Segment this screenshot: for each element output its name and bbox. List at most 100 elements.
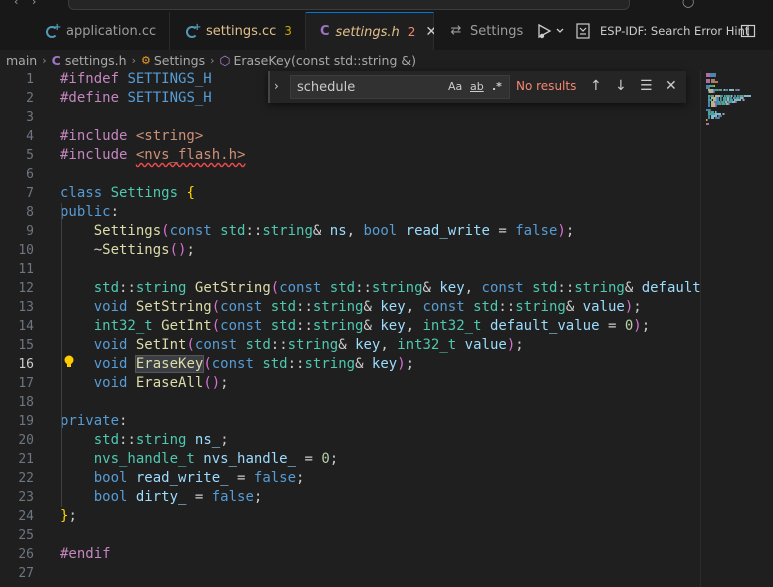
title-bar: ‹ › ◯ xyxy=(0,0,773,12)
code-line[interactable]: #endif xyxy=(60,545,111,564)
code-token: ( xyxy=(161,223,170,239)
code-line[interactable]: #define SETTINGS_H xyxy=(60,89,212,108)
code-area[interactable]: #ifndef SETTINGS_H #define SETTINGS_H #inc… xyxy=(60,70,700,587)
minimap-mark xyxy=(710,81,719,83)
code-token: std xyxy=(329,280,356,296)
tab-settings-h[interactable]: C settings.h 2 ✕ xyxy=(306,12,437,51)
code-token: , xyxy=(346,223,364,239)
code-token: false xyxy=(515,223,558,239)
breadcrumb-member[interactable]: EraseKey(const std::string &) xyxy=(233,53,416,68)
run-debug-button[interactable] xyxy=(536,12,566,50)
espidf-icon xyxy=(576,23,590,39)
code-token: & xyxy=(624,280,642,296)
code-line[interactable]: void EraseKey(const std::string& key); xyxy=(60,355,414,374)
code-line[interactable]: bool dirty_ = false; xyxy=(60,488,263,507)
code-token: :: xyxy=(270,337,288,353)
line-number: 15 xyxy=(18,338,34,353)
code-token: key xyxy=(439,280,465,296)
code-line[interactable]: #ifndef SETTINGS_H xyxy=(60,70,212,89)
minimap[interactable] xyxy=(700,70,773,587)
code-token: ( xyxy=(211,318,221,334)
code-line[interactable]: #include <nvs_flash.h> xyxy=(60,146,245,165)
code-line[interactable]: void SetInt(const std::string& key, int3… xyxy=(60,336,524,355)
minimap-mark xyxy=(714,91,716,93)
code-token: ~ xyxy=(60,242,103,258)
tab-settings-cc[interactable]: settings.cc 3 xyxy=(170,12,306,50)
code-token: Settings xyxy=(93,223,162,239)
code-token: & xyxy=(355,356,372,372)
code-token: ) xyxy=(557,223,566,239)
code-token: & xyxy=(363,299,381,315)
code-line[interactable]: Settings(const std::string& ns, bool rea… xyxy=(60,222,575,241)
minimap-mark xyxy=(710,75,716,77)
line-number: 19 xyxy=(18,414,34,429)
code-token: string xyxy=(312,318,364,334)
code-line[interactable]: void EraseAll(); xyxy=(60,374,229,393)
code-token: const xyxy=(279,280,330,296)
code-token: ; xyxy=(405,356,415,372)
close-find-icon[interactable]: ✕ xyxy=(665,78,677,94)
code-line[interactable]: ~Settings(); xyxy=(60,241,195,260)
code-token: value xyxy=(582,299,625,315)
code-line[interactable]: std::string GetString(const std::string&… xyxy=(60,279,700,298)
code-token: Settings xyxy=(110,185,187,201)
line-number: 3 xyxy=(26,110,34,125)
lightbulb-icon[interactable] xyxy=(62,354,76,370)
espidf-label: ESP-IDF: Search Error Hint xyxy=(600,24,750,38)
code-token: std xyxy=(245,337,271,353)
code-editor[interactable]: 1 2 3 4 5 6 7 8 9 10 11 12 13 14 15 16 17 18 19 20 21 22 23 24 2… xyxy=(0,70,700,587)
run-debug-icon xyxy=(538,23,564,39)
nav-back-icon[interactable]: ‹ xyxy=(14,0,18,8)
code-token: const xyxy=(220,318,271,334)
code-token: ; xyxy=(220,432,229,448)
tab-settings-ui[interactable]: ⇄ Settings xyxy=(434,12,526,50)
use-regex-toggle[interactable]: .* xyxy=(492,80,502,93)
espidf-search-error-hint-button[interactable]: ESP-IDF: Search Error Hint xyxy=(576,12,749,50)
code-token: <nvs_flash.h> xyxy=(135,147,246,163)
code-token: & xyxy=(422,280,440,296)
code-token: :: xyxy=(296,318,313,334)
code-line[interactable]: class Settings { xyxy=(60,184,195,203)
breadcrumb-folder[interactable]: main xyxy=(6,53,37,68)
code-token: ( xyxy=(270,280,280,296)
find-in-selection-icon[interactable]: ☰ xyxy=(640,78,653,94)
breadcrumb-class[interactable]: Settings xyxy=(154,53,205,68)
code-line[interactable]: nvs_handle_t nvs_handle_ = 0; xyxy=(60,450,338,469)
code-token: void xyxy=(93,337,136,353)
code-line[interactable]: #include <string> xyxy=(60,127,203,146)
match-case-toggle[interactable]: Aa xyxy=(448,80,462,93)
minimap-mark xyxy=(721,115,723,117)
code-line[interactable]: bool read_write_ = false; xyxy=(60,469,305,488)
toggle-replace-chevron-icon[interactable]: › xyxy=(274,79,279,93)
command-center[interactable] xyxy=(68,0,630,10)
code-line[interactable]: private: xyxy=(60,412,127,431)
account-icon[interactable]: ◯ xyxy=(682,0,694,8)
code-token: std xyxy=(270,299,297,315)
minimap-mark xyxy=(739,89,740,91)
code-token: :: xyxy=(119,280,136,296)
code-line[interactable]: int32_t GetInt(const std::string& key, i… xyxy=(60,317,650,336)
match-whole-word-toggle[interactable]: ab xyxy=(470,80,484,93)
previous-match-arrow-up-icon[interactable]: ↑ xyxy=(590,78,602,94)
nav-forward-icon[interactable]: › xyxy=(32,0,36,8)
code-token: std xyxy=(220,223,246,239)
tab-application-cc[interactable]: application.cc xyxy=(30,12,170,50)
code-token: string xyxy=(312,299,364,315)
minimap-mark xyxy=(706,75,710,77)
code-token: std xyxy=(473,299,499,315)
code-line[interactable]: std::string ns_; xyxy=(60,431,229,450)
code-line[interactable]: void SetString(const std::string& key, c… xyxy=(60,298,642,317)
code-token: ( xyxy=(211,299,221,315)
code-line[interactable]: public: xyxy=(60,203,119,222)
code-line[interactable]: }; xyxy=(60,507,77,526)
breadcrumb-file[interactable]: settings.h xyxy=(65,53,127,68)
code-token: string xyxy=(574,280,625,296)
split-editor-button[interactable] xyxy=(740,12,756,50)
code-token: :: xyxy=(245,223,263,239)
minimap-mark xyxy=(710,117,715,119)
next-match-arrow-down-icon[interactable]: ↓ xyxy=(615,78,627,94)
code-token: std xyxy=(270,318,297,334)
code-token: string xyxy=(135,280,195,296)
